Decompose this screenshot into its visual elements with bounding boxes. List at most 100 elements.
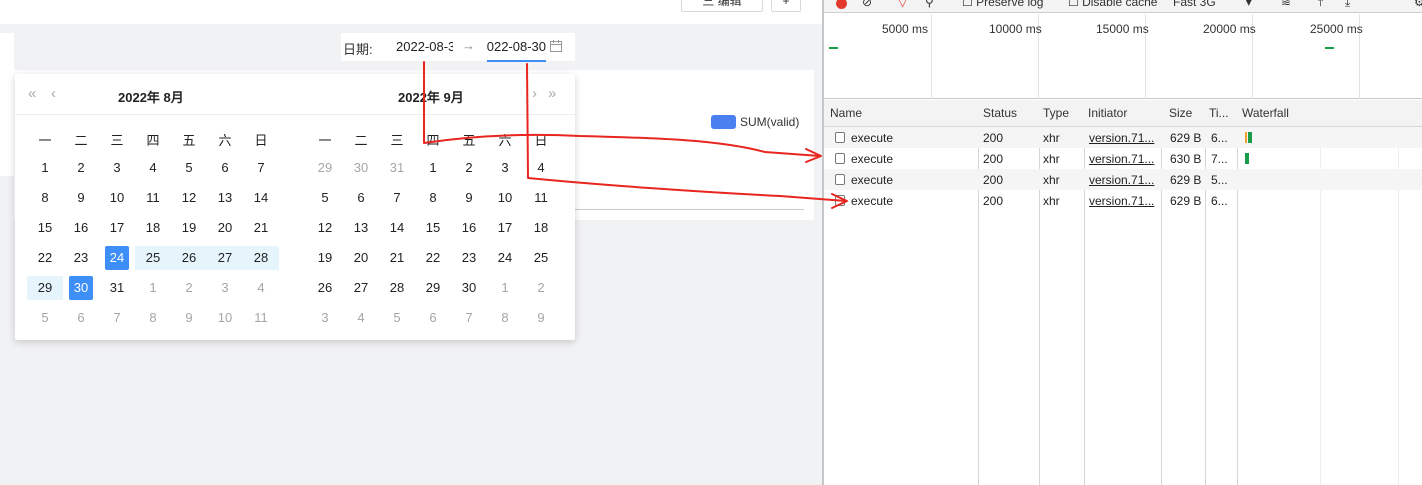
calendar-day[interactable]: 28 (379, 276, 415, 300)
calendar-day[interactable]: 31 (99, 276, 135, 300)
request-initiator-link[interactable]: version.71... (1089, 152, 1154, 166)
calendar-day[interactable]: 13 (343, 216, 379, 240)
calendar-day[interactable]: 9 (523, 306, 559, 330)
table-row[interactable]: execute 200 xhr version.71... 630 B 7... (824, 148, 1422, 169)
calendar-day[interactable]: 18 (523, 216, 559, 240)
chart-legend[interactable]: SUM(valid) (711, 115, 799, 129)
calendar-day[interactable]: 6 (207, 156, 243, 180)
request-initiator-link[interactable]: version.71... (1089, 194, 1154, 208)
settings-gear-icon[interactable]: ⚙ (1414, 0, 1422, 9)
prev-year-icon[interactable]: « (28, 85, 36, 102)
network-overview-timeline[interactable]: 5000 ms10000 ms15000 ms20000 ms25000 ms3… (824, 14, 1422, 99)
calendar-day[interactable]: 3 (307, 306, 343, 330)
request-initiator-link[interactable]: version.71... (1089, 131, 1154, 145)
date-start-input[interactable]: 2022-08-30 (396, 39, 453, 54)
calendar-day[interactable]: 8 (487, 306, 523, 330)
calendar-day-selected[interactable]: 24 (99, 246, 135, 270)
calendar-day[interactable]: 9 (171, 306, 207, 330)
calendar-day[interactable]: 6 (415, 306, 451, 330)
prev-month-icon[interactable]: ‹ (51, 85, 56, 102)
calendar-day[interactable]: 23 (451, 246, 487, 270)
next-month-icon[interactable]: › (532, 85, 537, 102)
calendar-day[interactable]: 26 (307, 276, 343, 300)
calendar-day[interactable]: 3 (487, 156, 523, 180)
calendar-day[interactable]: 14 (379, 216, 415, 240)
calendar-day[interactable]: 2 (451, 156, 487, 180)
calendar-day[interactable]: 1 (487, 276, 523, 300)
calendar-day[interactable]: 7 (243, 156, 279, 180)
calendar-day[interactable]: 8 (27, 186, 63, 210)
calendar-day[interactable]: 12 (307, 216, 343, 240)
calendar-day[interactable]: 4 (343, 306, 379, 330)
calendar-day[interactable]: 4 (243, 276, 279, 300)
edit-button[interactable]: 三 编辑 (681, 0, 763, 12)
preserve-log-checkbox[interactable]: ☐ Preserve log (962, 0, 1043, 9)
calendar-day[interactable]: 14 (243, 186, 279, 210)
network-conditions-icon[interactable]: ≋ (1281, 0, 1291, 9)
calendar-day[interactable]: 29 (307, 156, 343, 180)
column-header[interactable]: Initiator (1088, 106, 1127, 120)
calendar-day[interactable]: 29 (415, 276, 451, 300)
calendar-day[interactable]: 21 (379, 246, 415, 270)
calendar-day[interactable]: 7 (379, 186, 415, 210)
search-icon[interactable]: ⚲ (925, 0, 934, 9)
table-row[interactable]: execute 200 xhr version.71... 629 B 6... (824, 190, 1422, 211)
column-header[interactable]: Type (1043, 106, 1069, 120)
calendar-day[interactable]: 17 (99, 216, 135, 240)
calendar-day[interactable]: 5 (307, 186, 343, 210)
calendar-day[interactable]: 30 (343, 156, 379, 180)
calendar-icon[interactable] (549, 39, 563, 53)
request-initiator-link[interactable]: version.71... (1089, 173, 1154, 187)
calendar-day[interactable]: 25 (135, 246, 171, 270)
calendar-day[interactable]: 25 (523, 246, 559, 270)
table-row[interactable]: execute 200 xhr version.71... 629 B 6... (824, 127, 1422, 148)
calendar-day[interactable]: 27 (343, 276, 379, 300)
calendar-day[interactable]: 23 (63, 246, 99, 270)
calendar-day[interactable]: 1 (415, 156, 451, 180)
calendar-day-selected[interactable]: 30 (63, 276, 99, 300)
export-har-icon[interactable]: ⤓ (1345, 0, 1350, 10)
calendar-day[interactable]: 11 (135, 186, 171, 210)
column-header[interactable]: Size (1169, 106, 1192, 120)
calendar-day[interactable]: 31 (379, 156, 415, 180)
column-header[interactable]: Name (830, 106, 862, 120)
calendar-day[interactable]: 3 (99, 156, 135, 180)
calendar-day[interactable]: 10 (207, 306, 243, 330)
calendar-day[interactable]: 5 (171, 156, 207, 180)
column-header[interactable]: Waterfall (1242, 106, 1289, 120)
calendar-day[interactable]: 4 (135, 156, 171, 180)
calendar-day[interactable]: 19 (307, 246, 343, 270)
calendar-day[interactable]: 5 (379, 306, 415, 330)
calendar-day[interactable]: 3 (207, 276, 243, 300)
calendar-day[interactable]: 24 (487, 246, 523, 270)
column-header[interactable]: Ti... (1209, 106, 1229, 120)
calendar-day[interactable]: 26 (171, 246, 207, 270)
calendar-day[interactable]: 22 (27, 246, 63, 270)
calendar-day[interactable]: 10 (99, 186, 135, 210)
calendar-day[interactable]: 7 (451, 306, 487, 330)
throttle-select[interactable]: Fast 3G ▾ (1173, 0, 1252, 9)
calendar-day[interactable]: 16 (451, 216, 487, 240)
date-end-input[interactable]: 2022-08-30 (487, 39, 546, 54)
import-har-icon[interactable]: ⤒ (1318, 0, 1323, 10)
calendar-day[interactable]: 16 (63, 216, 99, 240)
calendar-day[interactable]: 19 (171, 216, 207, 240)
next-year-icon[interactable]: » (548, 85, 556, 102)
calendar-day[interactable]: 30 (451, 276, 487, 300)
calendar-day[interactable]: 28 (243, 246, 279, 270)
calendar-day[interactable]: 11 (523, 186, 559, 210)
calendar-day[interactable]: 13 (207, 186, 243, 210)
calendar-day[interactable]: 11 (243, 306, 279, 330)
calendar-day[interactable]: 9 (451, 186, 487, 210)
calendar-day[interactable]: 27 (207, 246, 243, 270)
calendar-day[interactable]: 22 (415, 246, 451, 270)
calendar-day[interactable]: 10 (487, 186, 523, 210)
calendar-day[interactable]: 15 (27, 216, 63, 240)
calendar-day[interactable]: 17 (487, 216, 523, 240)
calendar-day[interactable]: 2 (63, 156, 99, 180)
calendar-day[interactable]: 2 (523, 276, 559, 300)
calendar-day[interactable]: 20 (343, 246, 379, 270)
calendar-day[interactable]: 6 (343, 186, 379, 210)
calendar-day[interactable]: 5 (27, 306, 63, 330)
calendar-day[interactable]: 8 (415, 186, 451, 210)
